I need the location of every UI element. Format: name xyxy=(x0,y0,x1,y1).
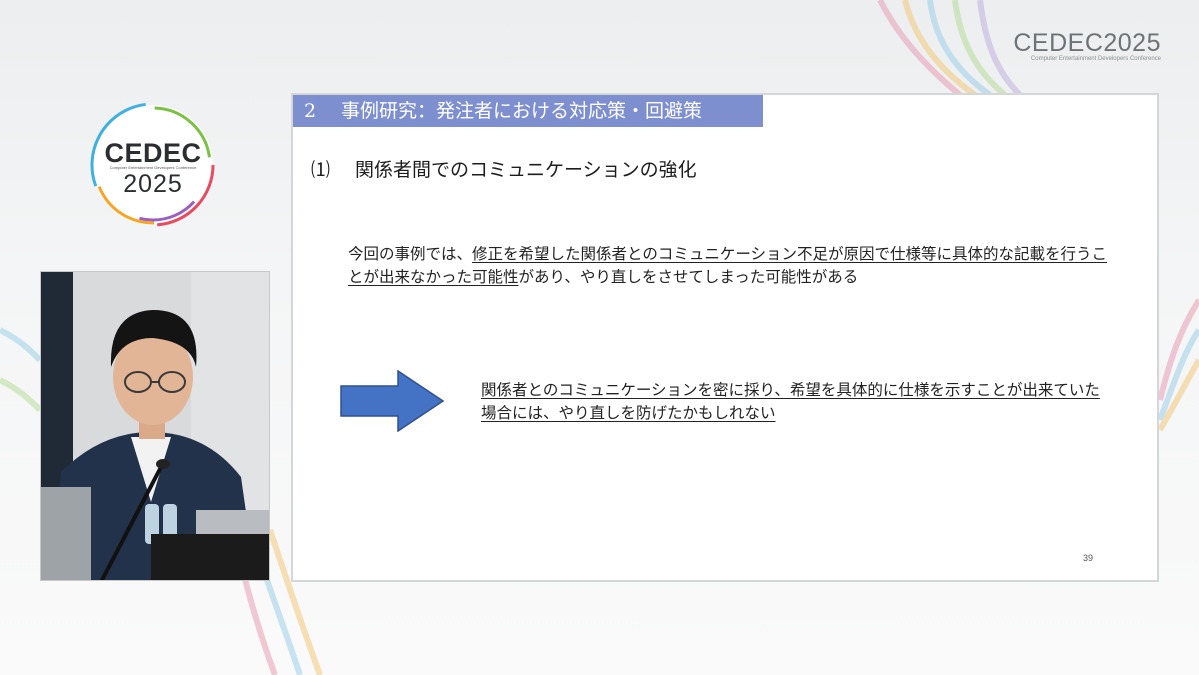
slide-subheading: 関係者間でのコミュニケーションの強化 xyxy=(355,159,697,181)
presentation-slide: 2 事例研究：発注者における対応策・回避策 ⑴ 関係者間でのコミュニケーションの… xyxy=(291,93,1159,582)
paragraph-suffix: があり、やり直しをさせてしまった可能性がある xyxy=(518,268,859,286)
slide-header-bar: 2 事例研究：発注者における対応策・回避策 xyxy=(293,95,763,127)
slide-header-number: 2 xyxy=(304,100,317,122)
cedec-ring-logo: CEDEC Computer Entertainment Developers … xyxy=(88,100,218,230)
paragraph-prefix: 今回の事例では、 xyxy=(348,245,473,263)
slide-page-number: 39 xyxy=(1082,553,1093,563)
slide-header-title: 事例研究：発注者における対応策・回避策 xyxy=(341,100,703,122)
corner-logo-subtitle: Computer Entertainment Developers Confer… xyxy=(1030,56,1161,62)
cedec-corner-logo: CEDEC2025 Computer Entertainment Develop… xyxy=(1013,30,1161,62)
ring-logo-line2: 2025 xyxy=(123,170,183,198)
slide-subheading-number: ⑴ xyxy=(311,159,331,181)
speaker-video-feed xyxy=(40,271,270,581)
right-arrow-icon xyxy=(340,370,444,432)
slide-conclusion: 関係者とのコミュニケーションを密に採り、希望を具体的に仕様を示すことが出来ていた… xyxy=(481,381,1100,422)
speaker-image xyxy=(41,272,269,580)
corner-logo-text: CEDEC2025 xyxy=(1013,29,1161,57)
slide-paragraph: 今回の事例では、修正を希望した関係者とのコミュニケーション不足が原因で仕様等に具… xyxy=(348,243,1108,289)
